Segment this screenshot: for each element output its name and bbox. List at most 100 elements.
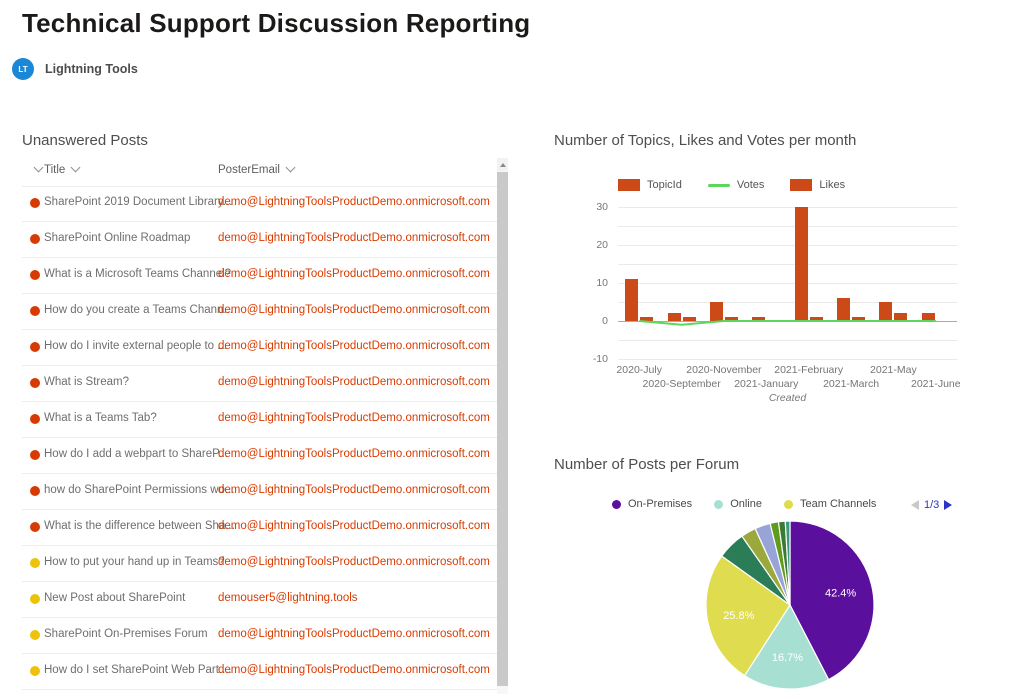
poster-email: demo@LightningToolsProductDemo.onmicroso…: [218, 628, 490, 640]
post-title: how do SharePoint Permissions wo...: [44, 484, 235, 496]
post-title: What is the difference between Sha...: [44, 520, 235, 532]
legend-label: Team Channels: [799, 498, 877, 510]
poster-email: demo@LightningToolsProductDemo.onmicroso…: [218, 304, 490, 316]
legend-label: On-Premises: [628, 498, 693, 510]
legend-item-teamchannels[interactable]: Team Channels: [783, 498, 877, 510]
poster-email: demo@LightningToolsProductDemo.onmicroso…: [218, 520, 490, 532]
post-title: What is a Teams Tab?: [44, 412, 157, 424]
x-axis-label: 2021-May: [870, 364, 917, 376]
pie-chart-legend: On-Premises Online Team Channels: [612, 498, 898, 510]
poster-email: demo@LightningToolsProductDemo.onmicroso…: [218, 340, 490, 352]
owner-avatar: LT: [12, 58, 34, 80]
table-scrollbar[interactable]: [497, 158, 508, 694]
table-row[interactable]: New Post about SharePoint demouser5@light…: [22, 582, 498, 618]
gridline: [618, 359, 957, 360]
legend-label: TopicId: [647, 179, 682, 191]
post-title: How do you create a Teams Chann...: [44, 304, 234, 316]
post-title: What is a Microsoft Teams Channel?: [44, 268, 232, 280]
legend-item-onpremises[interactable]: On-Premises: [612, 498, 692, 510]
votes-line[interactable]: [618, 207, 957, 359]
topicid-swatch-icon: [618, 179, 640, 191]
table-row[interactable]: How do you create a Teams Chann... demo@L…: [22, 294, 498, 330]
legend-prev-icon[interactable]: [911, 500, 919, 510]
legend-item-online[interactable]: Online: [714, 498, 762, 510]
x-axis-label: 2021-June: [910, 378, 961, 390]
status-dot-icon: [30, 558, 40, 568]
status-dot-icon: [30, 666, 40, 676]
table-row[interactable]: SharePoint On-Premises Forum demo@Lightni…: [22, 618, 498, 654]
x-axis-label: 2020-July: [616, 364, 662, 376]
poster-email: demo@LightningToolsProductDemo.onmicroso…: [218, 268, 490, 280]
status-dot-icon: [30, 198, 40, 208]
status-dot-icon: [30, 450, 40, 460]
table-row[interactable]: What is the difference between Sha... dem…: [22, 510, 498, 546]
likes-swatch-icon: [790, 179, 813, 191]
scroll-up-icon: [499, 162, 506, 167]
column-title-label: Title: [44, 164, 66, 176]
online-swatch-icon: [714, 499, 724, 509]
table-row[interactable]: What is a Teams Tab? demo@LightningToolsP…: [22, 402, 498, 438]
column-email-label: PosterEmail: [218, 164, 280, 176]
status-dot-icon: [30, 594, 40, 604]
table-row[interactable]: How do I set SharePoint Web Part ... demo…: [22, 654, 498, 690]
status-dot-icon: [30, 414, 40, 424]
y-axis-tick: 30: [596, 201, 608, 213]
pie-label: 42.4%: [825, 588, 856, 600]
status-dot-icon: [30, 522, 40, 532]
scrollbar-thumb[interactable]: [497, 172, 508, 686]
poster-email: demo@LightningToolsProductDemo.onmicroso…: [218, 232, 490, 244]
onpremises-swatch-icon: [612, 499, 621, 509]
unanswered-posts-title: Unanswered Posts: [22, 132, 148, 149]
x-axis-label: 2021-March: [823, 378, 880, 390]
table-header: Title PosterEmail: [22, 158, 498, 187]
report-owner: LT Lightning Tools: [12, 58, 138, 80]
x-axis-label: 2021-February: [774, 364, 844, 376]
poster-email: demo@LightningToolsProductDemo.onmicroso…: [218, 412, 490, 424]
x-axis-label: 2021-January: [734, 378, 799, 390]
table-row[interactable]: SharePoint Online Roadmap demo@LightningT…: [22, 222, 498, 258]
status-dot-icon: [30, 630, 40, 640]
owner-name: Lightning Tools: [45, 62, 138, 76]
y-axis-tick: 20: [596, 239, 608, 251]
legend-item-topicid[interactable]: TopicId: [618, 179, 682, 191]
sort-chevron-icon: [70, 162, 81, 173]
post-title: SharePoint On-Premises Forum: [44, 628, 208, 640]
x-axis-label: 2020-September: [642, 378, 721, 390]
post-title: How do I add a webpart to ShareP...: [44, 448, 228, 460]
pie-chart: 42.4% 16.7% 25.8%: [700, 519, 880, 694]
status-dot-icon: [30, 270, 40, 280]
column-header-title[interactable]: Title: [44, 162, 81, 176]
bar-plot: [618, 207, 957, 360]
legend-label: Likes: [819, 179, 846, 191]
status-dot-icon: [30, 306, 40, 316]
table-row[interactable]: What is Stream? demo@LightningToolsProduc…: [22, 366, 498, 402]
legend-item-votes[interactable]: Votes: [707, 179, 764, 191]
x-axis-label: 2020-November: [686, 364, 762, 376]
scroll-up-button[interactable]: [497, 158, 508, 171]
expand-all-chevron-icon[interactable]: [28, 162, 44, 176]
table-row[interactable]: How do I invite external people to ... de…: [22, 330, 498, 366]
votes-swatch-icon: [707, 183, 730, 187]
y-axis-tick: 0: [602, 315, 608, 327]
post-title: How do I invite external people to ...: [44, 340, 227, 352]
column-header-posteremail[interactable]: PosterEmail: [218, 162, 296, 176]
poster-email: demo@LightningToolsProductDemo.onmicroso…: [218, 196, 490, 208]
post-title: SharePoint 2019 Document Library...: [44, 196, 233, 208]
pie-label: 25.8%: [723, 610, 754, 622]
poster-email: demouser5@lightning.tools: [218, 592, 358, 604]
poster-email: demo@LightningToolsProductDemo.onmicroso…: [218, 556, 490, 568]
pie-svg: 42.4% 16.7% 25.8%: [705, 520, 875, 690]
table-row[interactable]: SharePoint 2019 Document Library... demo@…: [22, 186, 498, 222]
legend-label: Online: [730, 498, 762, 510]
teamchannels-swatch-icon: [783, 499, 793, 509]
table-row[interactable]: What is a Microsoft Teams Channel? demo@L…: [22, 258, 498, 294]
table-row[interactable]: how do SharePoint Permissions wo... demo@…: [22, 474, 498, 510]
sort-chevron-icon: [285, 162, 296, 173]
table-row[interactable]: How do I add a webpart to ShareP... demo@…: [22, 438, 498, 474]
legend-page-indicator: 1/3: [924, 499, 940, 511]
legend-item-likes[interactable]: Likes: [790, 179, 845, 191]
table-row[interactable]: How to put your hand up in Teams? demo@Li…: [22, 546, 498, 582]
page-title: Technical Support Discussion Reporting: [22, 8, 531, 38]
status-dot-icon: [30, 342, 40, 352]
legend-next-icon[interactable]: [944, 500, 953, 510]
